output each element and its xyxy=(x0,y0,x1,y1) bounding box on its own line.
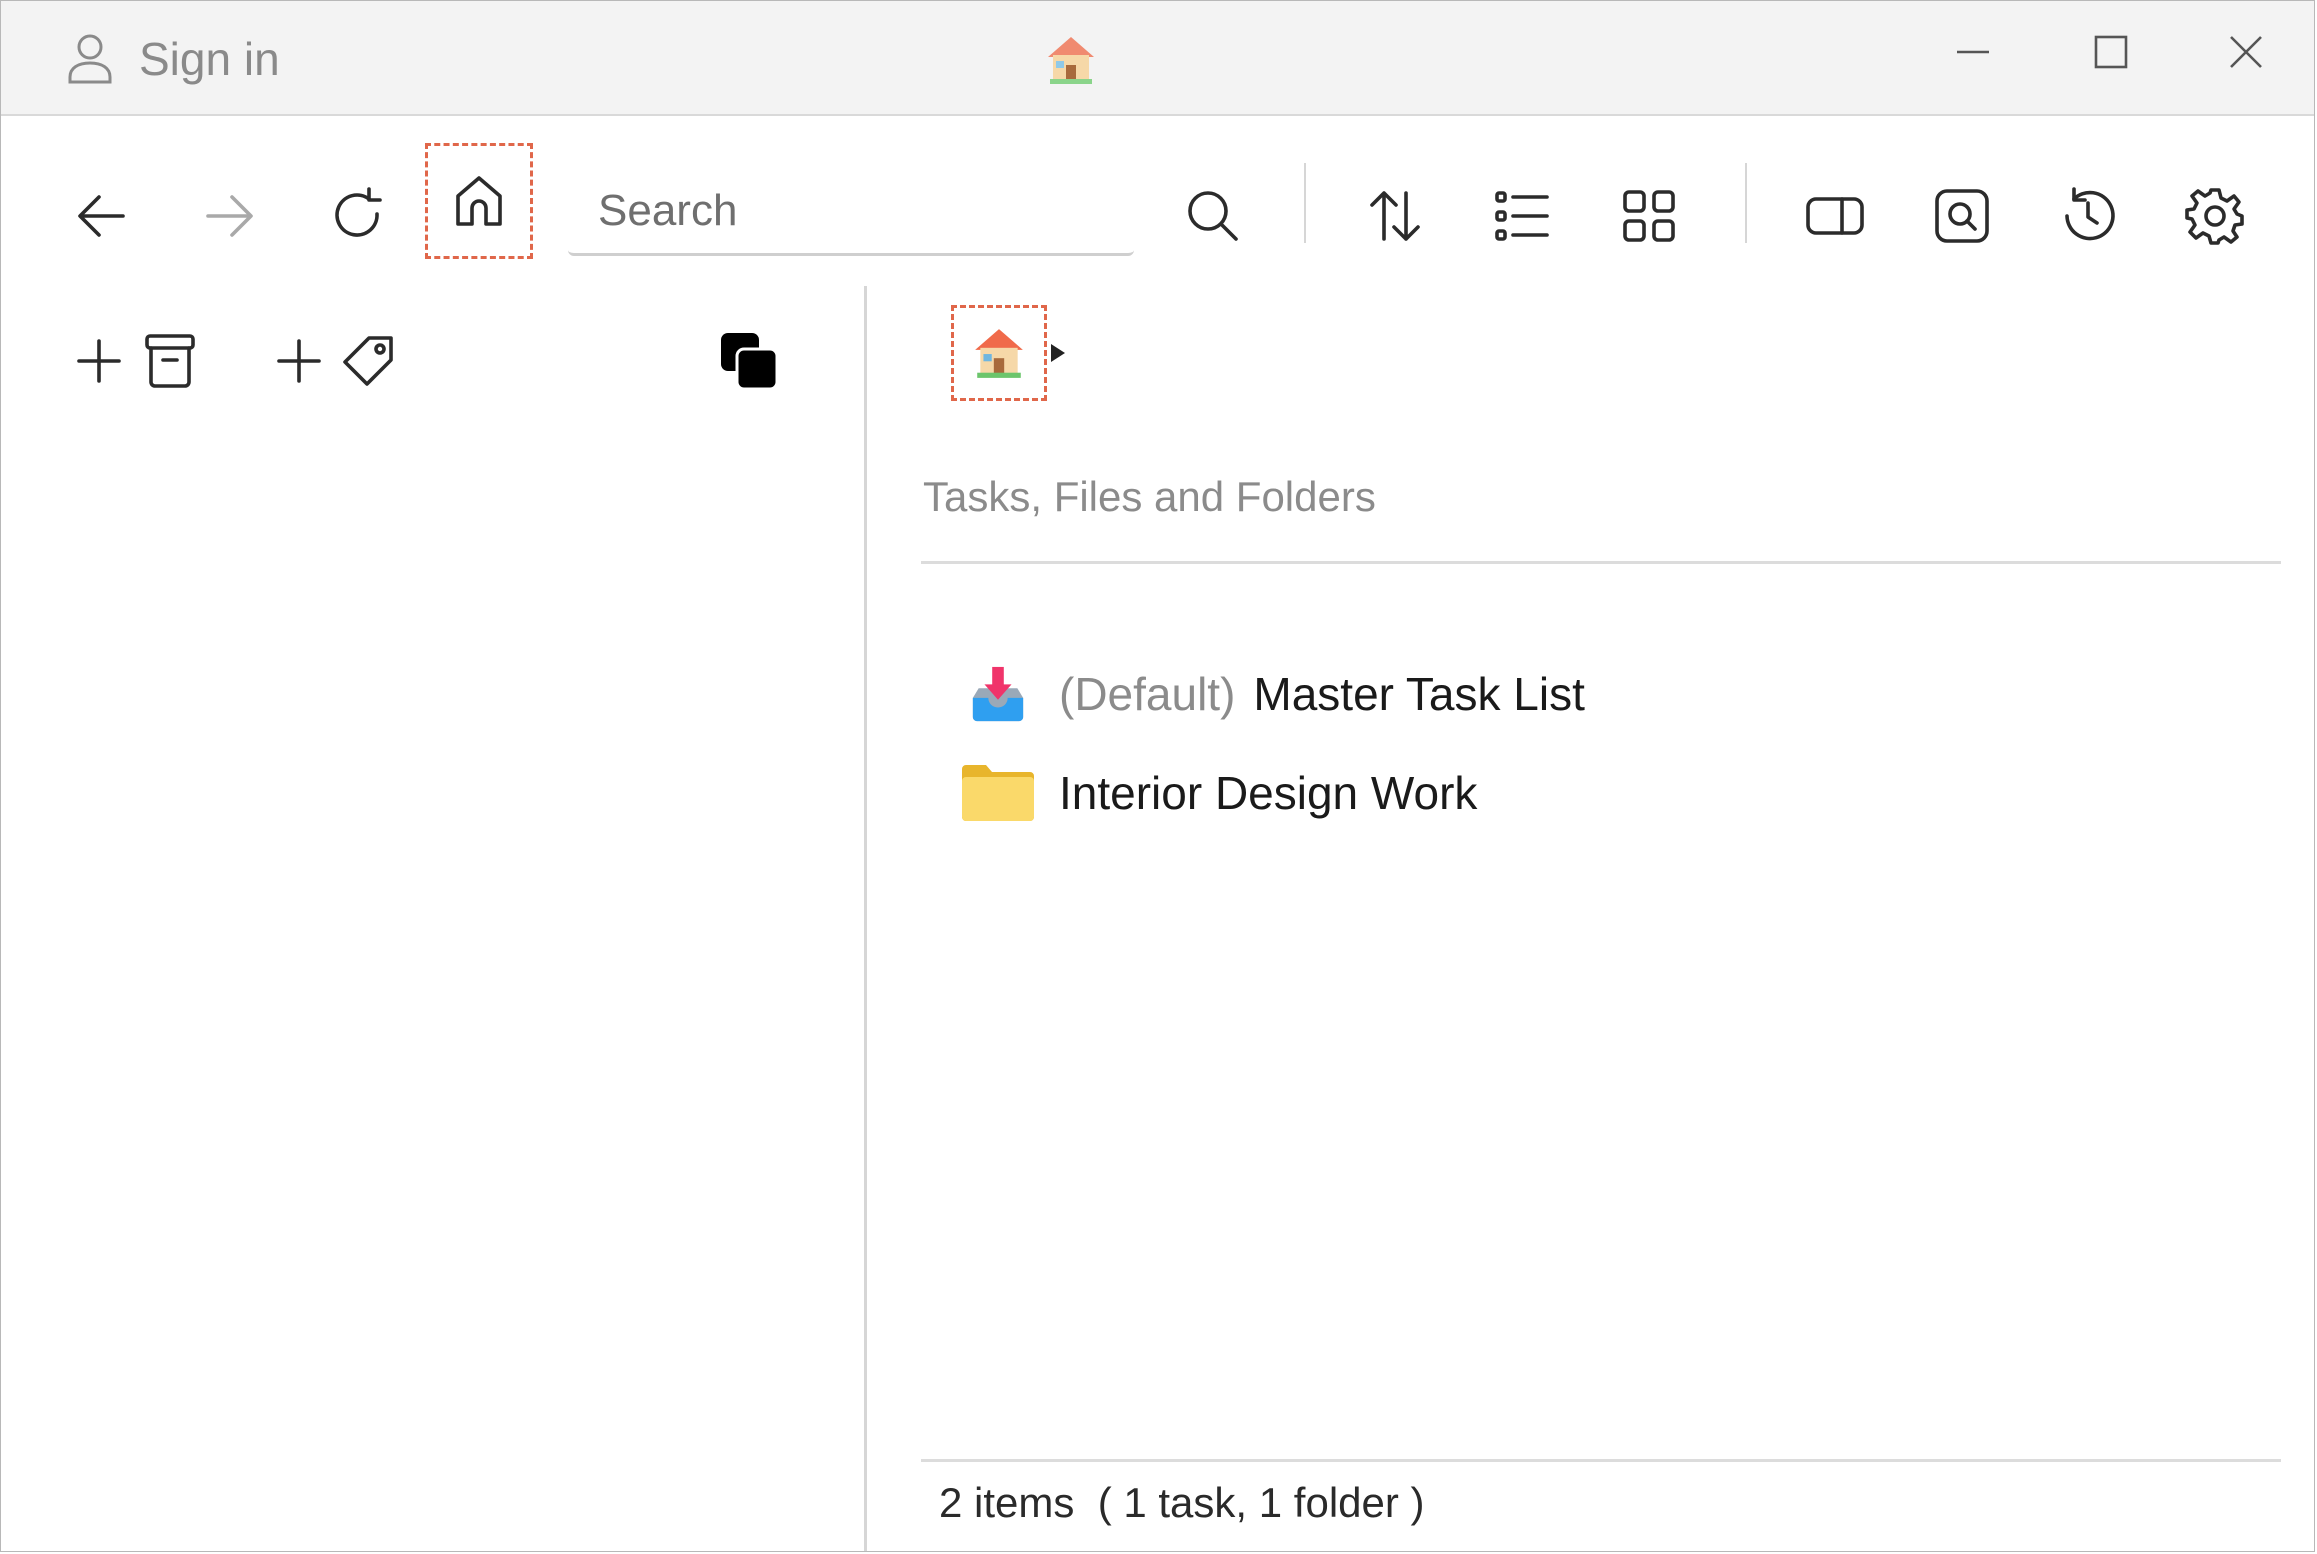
home-button[interactable] xyxy=(425,143,533,259)
archive-box-icon xyxy=(145,334,195,388)
sign-in-button[interactable]: Sign in xyxy=(67,29,280,89)
minimize-icon xyxy=(1957,50,1989,54)
maximize-icon xyxy=(2094,35,2128,69)
list-item-master-task-list[interactable]: (Default) Master Task List xyxy=(959,654,1585,734)
section-title: Tasks, Files and Folders xyxy=(923,473,1376,520)
list-item-interior-design-work[interactable]: Interior Design Work xyxy=(959,753,1477,833)
title-bar: Sign in xyxy=(1,1,2314,116)
plus-icon xyxy=(77,339,121,383)
add-tag-button[interactable] xyxy=(275,321,397,401)
search-box xyxy=(568,168,1134,256)
preview-search-icon xyxy=(1935,189,1989,243)
toolbar xyxy=(1,116,2314,286)
search-button[interactable] xyxy=(1168,171,1258,261)
grid-view-icon xyxy=(1623,190,1675,242)
breadcrumb-home[interactable] xyxy=(951,305,1047,401)
toolbar-divider xyxy=(1304,163,1306,243)
maximize-button[interactable] xyxy=(2071,21,2151,83)
toolbar-divider xyxy=(1745,163,1747,243)
default-label: (Default) xyxy=(1059,668,1236,720)
plus-icon xyxy=(277,339,321,383)
house-icon xyxy=(1048,37,1094,84)
home-icon xyxy=(456,176,502,226)
minimize-button[interactable] xyxy=(1933,21,2013,83)
sort-button[interactable] xyxy=(1350,171,1440,261)
house-icon xyxy=(975,329,1023,378)
copy-button[interactable] xyxy=(719,321,779,401)
user-icon xyxy=(68,34,112,84)
side-panel-icon xyxy=(1806,197,1864,235)
forward-button[interactable] xyxy=(184,171,274,261)
history-icon xyxy=(2065,187,2115,241)
refresh-button[interactable] xyxy=(312,171,402,261)
list-view-button[interactable] xyxy=(1477,171,1567,261)
breadcrumb-expand-arrow[interactable] xyxy=(1051,344,1065,362)
search-input[interactable] xyxy=(568,168,1134,253)
status-divider xyxy=(921,1459,2281,1462)
inbox-tray-icon xyxy=(972,666,1024,722)
settings-button[interactable] xyxy=(2170,171,2260,261)
back-button[interactable] xyxy=(57,171,147,261)
section-divider xyxy=(921,561,2281,564)
app-window: Sign in Search Tasks, Files and Folders … xyxy=(0,0,2315,1552)
toggle-panel-button[interactable] xyxy=(1790,171,1880,261)
item-name: Interior Design Work xyxy=(1059,767,1478,819)
copy-icon xyxy=(721,333,779,391)
tag-icon xyxy=(343,336,393,386)
sidebar xyxy=(1,286,867,1551)
history-button[interactable] xyxy=(2043,171,2133,261)
close-button[interactable] xyxy=(2206,21,2286,83)
forward-arrow-icon xyxy=(206,195,253,237)
gear-icon xyxy=(2185,188,2244,245)
item-name: Master Task List xyxy=(1253,668,1585,720)
refresh-icon xyxy=(335,187,382,237)
list-view-icon xyxy=(1495,191,1549,241)
back-arrow-icon xyxy=(78,195,125,237)
status-bar-text: 2 items ( 1 task, 1 folder ) xyxy=(939,1479,1425,1526)
main-content: Tasks, Files and Folders (Default) Maste… xyxy=(921,286,2281,1551)
grid-view-button[interactable] xyxy=(1604,171,1694,261)
folder-icon xyxy=(962,765,1034,821)
sign-in-label: Sign in xyxy=(139,33,280,85)
close-icon xyxy=(2230,36,2262,68)
search-icon xyxy=(1188,191,1238,241)
preview-button[interactable] xyxy=(1917,171,2007,261)
sort-icon xyxy=(1370,191,1420,241)
add-archive-button[interactable] xyxy=(75,321,197,401)
